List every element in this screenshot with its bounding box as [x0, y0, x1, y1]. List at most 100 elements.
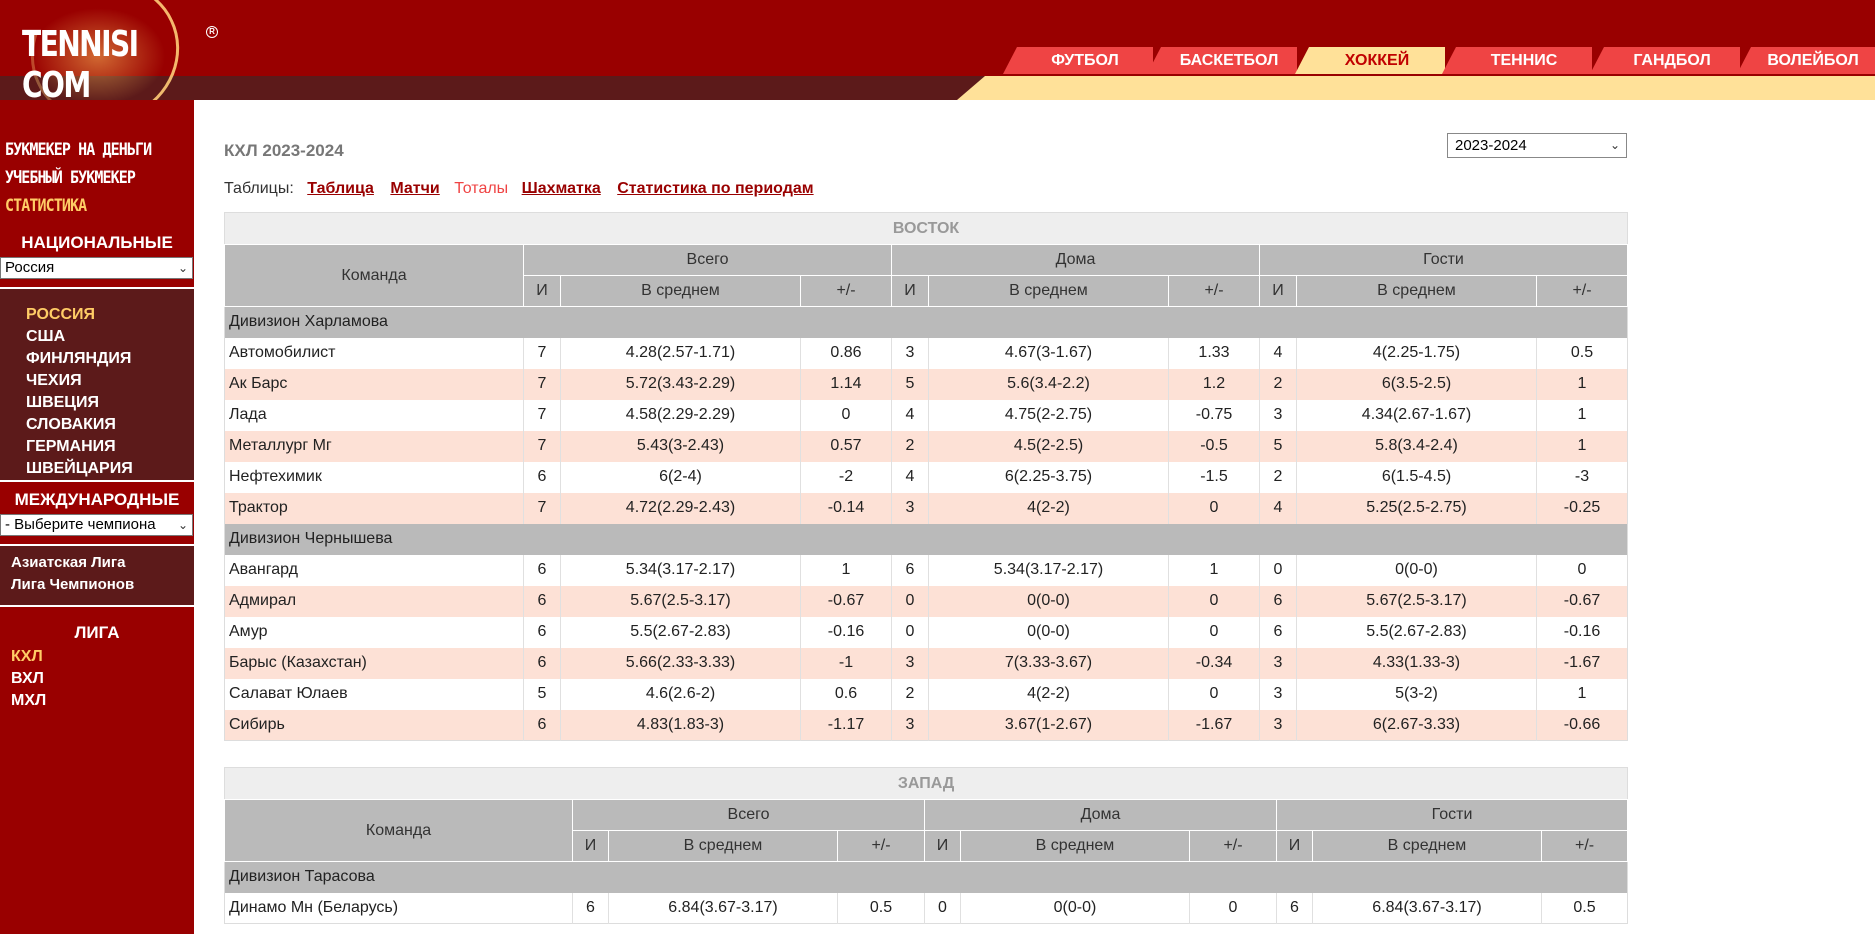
national-select[interactable]: Россия ⌄: [0, 257, 193, 279]
stat-cell: 3: [891, 709, 929, 741]
stat-cell: -0.16: [800, 616, 892, 648]
country-link-finland[interactable]: ФИНЛЯНДИЯ: [26, 350, 131, 368]
stat-cell: 0.5: [837, 892, 925, 924]
col-header-diff[interactable]: +/-: [837, 830, 925, 862]
stat-cell: 1: [1536, 430, 1628, 462]
col-header-home[interactable]: Дома: [924, 799, 1277, 831]
col-header-total[interactable]: Всего: [572, 799, 925, 831]
table-row[interactable]: Автомобилист 7 4.28(2.57-1.71) 0.86 3 4.67(3-…: [224, 337, 1628, 369]
country-link-czechia[interactable]: ЧЕХИЯ: [26, 372, 82, 390]
division-row: Дивизион Харламова: [224, 306, 1628, 338]
col-header-diff[interactable]: +/-: [1540, 830, 1629, 862]
col-header-games[interactable]: И: [1259, 275, 1297, 307]
col-header-diff[interactable]: +/-: [1189, 830, 1277, 862]
col-header-games[interactable]: И: [891, 275, 929, 307]
stat-cell: -1.5: [1168, 461, 1260, 493]
col-header-games[interactable]: И: [924, 830, 961, 862]
col-header-average[interactable]: В среднем: [608, 830, 838, 862]
stat-cell: 1: [1536, 678, 1628, 710]
table-row[interactable]: Металлург Мг 7 5.43(3-2.43) 0.57 2 4.5(2-2.5)…: [224, 430, 1628, 462]
intl-link-asia-league[interactable]: Азиатская Лига: [11, 554, 125, 571]
table-row[interactable]: Динамо Мн (Беларусь) 6 6.84(3.67-3.17) 0.5 0…: [224, 892, 1628, 924]
col-header-games[interactable]: И: [572, 830, 609, 862]
table-row[interactable]: Авангард 6 5.34(3.17-2.17) 1 6 5.34(3.17-2.17…: [224, 554, 1628, 586]
table-row[interactable]: Сибирь 6 4.83(1.83-3) -1.17 3 3.67(1-2.67) -1.…: [224, 709, 1628, 741]
country-link-russia[interactable]: РОССИЯ: [26, 306, 95, 324]
country-link-germany[interactable]: ГЕРМАНИЯ: [26, 438, 116, 456]
col-header-away[interactable]: Гости: [1275, 799, 1629, 831]
season-select[interactable]: 2023-2024 ⌄: [1447, 133, 1627, 158]
tables-link-chessboard[interactable]: Шахматка: [522, 180, 601, 197]
table-row[interactable]: Лада 7 4.58(2.29-2.29) 0 4 4.75(2-2.75) -0.75 3…: [224, 399, 1628, 431]
table-row[interactable]: Нефтехимик 6 6(2-4) -2 4 6(2.25-3.75) -1.5 2 6(1…: [224, 461, 1628, 493]
country-link-slovakia[interactable]: СЛОВАКИЯ: [26, 416, 116, 434]
col-header-average[interactable]: В среднем: [1312, 830, 1542, 862]
nav-tab-volleyball[interactable]: ВОЛЕЙБОЛ: [1737, 47, 1875, 74]
team-name-cell: Трактор: [224, 492, 524, 524]
stat-cell: 7: [523, 337, 561, 369]
tables-link-totals[interactable]: Тоталы: [454, 180, 508, 197]
col-header-games[interactable]: И: [1276, 830, 1313, 862]
team-name-cell: Адмирал: [224, 585, 524, 617]
stat-cell: 3: [891, 337, 929, 369]
stat-cell: 0: [891, 585, 929, 617]
col-header-average[interactable]: В среднем: [928, 275, 1169, 307]
stat-cell: 5: [1259, 430, 1297, 462]
col-header-average[interactable]: В среднем: [1296, 275, 1537, 307]
col-header-diff[interactable]: +/-: [1536, 275, 1628, 307]
countries-box: РОССИЯ США ФИНЛЯНДИЯ ЧЕХИЯ ШВЕЦИЯ СЛОВАК…: [0, 287, 194, 482]
tables-nav: Таблицы: Таблица Матчи Тоталы Шахматка С…: [224, 180, 826, 198]
east-conference-table: ВОСТОК Команда Всего Дома Гости И В сред…: [224, 212, 1628, 741]
nav-tab-hockey[interactable]: ХОККЕЙ: [1295, 47, 1445, 74]
nav-tab-tennis[interactable]: ТЕННИС: [1442, 47, 1592, 74]
stat-cell: 0: [1168, 492, 1260, 524]
table-row[interactable]: Адмирал 6 5.67(2.5-3.17) -0.67 0 0(0-0) 0 6 5.67…: [224, 585, 1628, 617]
international-select[interactable]: - Выберите чемпиона ⌄: [0, 514, 193, 536]
stat-cell: 7: [523, 368, 561, 400]
promo-link-statistics[interactable]: СТАТИСТИКА: [5, 196, 87, 216]
intl-link-champions-league[interactable]: Лига Чемпионов: [11, 576, 134, 593]
country-link-switzerland[interactable]: ШВЕЙЦАРИЯ: [26, 460, 133, 478]
chevron-down-icon: ⌄: [1609, 138, 1620, 152]
nav-tab-football[interactable]: ФУТБОЛ: [1003, 47, 1153, 74]
col-header-away[interactable]: Гости: [1259, 244, 1628, 276]
league-link-khl[interactable]: КХЛ: [11, 648, 43, 666]
league-link-mhl[interactable]: МХЛ: [11, 692, 46, 710]
table-row[interactable]: Трактор 7 4.72(2.29-2.43) -0.14 3 4(2-2) 0 4 5.2…: [224, 492, 1628, 524]
col-header-diff[interactable]: +/-: [800, 275, 892, 307]
promo-link-money-bookmaker[interactable]: БУКМЕКЕР НА ДЕНЬГИ: [5, 140, 152, 160]
sidebar: БУКМЕКЕР НА ДЕНЬГИ УЧЕБНЫЙ БУКМЕКЕР СТАТ…: [0, 100, 194, 934]
col-header-total[interactable]: Всего: [523, 244, 892, 276]
tables-link-period-stats[interactable]: Статистика по периодам: [617, 180, 813, 197]
league-link-vhl[interactable]: ВХЛ: [11, 670, 44, 688]
col-header-average[interactable]: В среднем: [560, 275, 801, 307]
nav-tab-basketball[interactable]: БАСКЕТБОЛ: [1147, 47, 1297, 74]
stat-cell: 6: [523, 709, 561, 741]
country-link-usa[interactable]: США: [26, 328, 65, 346]
tables-link-table[interactable]: Таблица: [307, 180, 374, 197]
country-link-sweden[interactable]: ШВЕЦИЯ: [26, 394, 99, 412]
col-header-team[interactable]: Команда: [224, 799, 573, 862]
nav-tab-handball[interactable]: ГАНДБОЛ: [1590, 47, 1740, 74]
stat-cell: 7: [523, 399, 561, 431]
col-header-home[interactable]: Дома: [891, 244, 1260, 276]
table-row[interactable]: Салават Юлаев 5 4.6(2.6-2) 0.6 2 4(2-2) 0 3 5(3-…: [224, 678, 1628, 710]
col-header-average[interactable]: В среднем: [960, 830, 1190, 862]
stat-cell: 5.66(2.33-3.33): [560, 647, 801, 679]
stat-cell: 6(2.67-3.33): [1296, 709, 1537, 741]
col-header-games[interactable]: И: [523, 275, 561, 307]
col-header-diff[interactable]: +/-: [1168, 275, 1260, 307]
stat-cell: 5.25(2.5-2.75): [1296, 492, 1537, 524]
col-header-team[interactable]: Команда: [224, 244, 524, 307]
team-name-cell: Сибирь: [224, 709, 524, 741]
table-row[interactable]: Барыс (Казахстан) 6 5.66(2.33-3.33) -1 3 7(3.…: [224, 647, 1628, 679]
stat-cell: 6: [572, 892, 609, 924]
promo-link-training-bookmaker[interactable]: УЧЕБНЫЙ БУКМЕКЕР: [5, 168, 136, 188]
table-row[interactable]: Амур 6 5.5(2.67-2.83) -0.16 0 0(0-0) 0 6 5.5(2.6…: [224, 616, 1628, 648]
stat-cell: 5.67(2.5-3.17): [1296, 585, 1537, 617]
national-select-value: Россия: [5, 259, 55, 276]
stat-cell: 0: [1536, 554, 1628, 586]
tables-link-matches[interactable]: Матчи: [390, 180, 439, 197]
stat-cell: 3: [1259, 399, 1297, 431]
table-row[interactable]: Ак Барс 7 5.72(3.43-2.29) 1.14 5 5.6(3.4-2.2)…: [224, 368, 1628, 400]
